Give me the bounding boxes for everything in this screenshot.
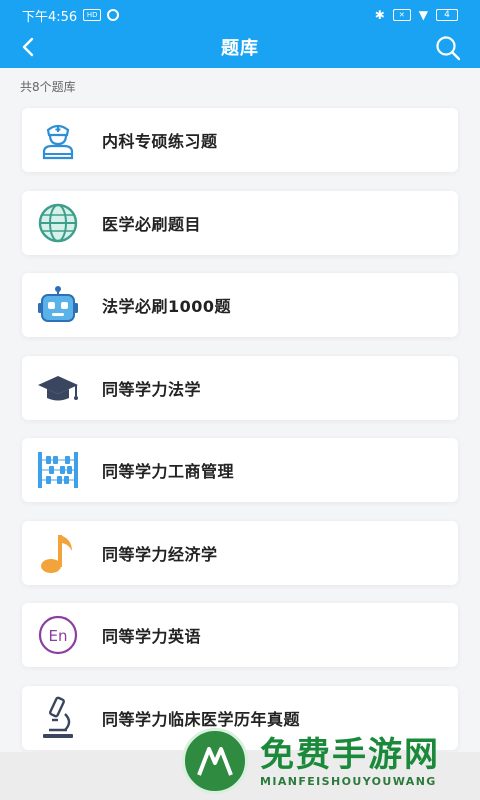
- status-time: 下午4:56: [22, 9, 78, 25]
- abacus-icon: [36, 448, 80, 492]
- battery-icon: 4: [436, 9, 458, 21]
- list-item[interactable]: 医学必刷题目: [22, 190, 458, 255]
- list-item[interactable]: 同等学力工商管理: [22, 438, 458, 502]
- page-title: 题库: [221, 38, 259, 59]
- item-label: 法学必刷1000题: [102, 297, 232, 316]
- item-label: 同等学力经济学: [102, 544, 218, 564]
- item-label: 医学必刷题目: [102, 214, 202, 234]
- list-item[interactable]: 法学必刷1000题: [22, 273, 458, 337]
- item-label: 内科专硕练习题: [102, 132, 218, 151]
- nav-bar: 题库: [0, 28, 480, 66]
- robot-icon: [36, 283, 80, 327]
- item-label: 同等学力工商管理: [102, 462, 235, 481]
- app-header: 下午4:56 HD ✱ ✕ ▼ 4 题库: [0, 0, 480, 68]
- list-item[interactable]: 同等学力经济学: [22, 520, 458, 585]
- sim-icon: ✕: [392, 9, 411, 21]
- bank-count: 共8个题库: [20, 80, 76, 94]
- watermark: 免费手游网 MIANFEISHOUYOUWANG: [182, 722, 478, 800]
- list-item[interactable]: 同等学力法学: [22, 355, 458, 420]
- music-note-icon: [36, 531, 80, 575]
- item-label: 同等学力法学: [102, 379, 202, 399]
- search-icon: [436, 36, 461, 61]
- watermark-cn: 免费手游网: [260, 734, 440, 775]
- back-button[interactable]: [14, 32, 44, 62]
- globe-icon: [36, 201, 80, 245]
- bluetooth-icon: ✱: [374, 8, 385, 22]
- wifi-icon: ▼: [418, 8, 428, 22]
- graduation-cap-icon: [36, 366, 80, 410]
- watermark-en: MIANFEISHOUYOUWANG: [260, 774, 437, 788]
- list-item[interactable]: En 同等学力英语: [22, 603, 458, 667]
- watermark-logo-icon: [182, 728, 248, 794]
- svg-text:En: En: [49, 627, 68, 645]
- nurse-icon: [36, 118, 80, 162]
- en-icon: En: [36, 613, 80, 657]
- hd-badge-icon: HD: [83, 9, 102, 21]
- question-bank-list: 内科专硕练习题 医学必刷题目 法学必刷1000题 同等学力法学 同等学力工商管理…: [22, 108, 458, 768]
- list-item[interactable]: 内科专硕练习题: [22, 108, 458, 172]
- microscope-icon: [36, 696, 80, 740]
- chevron-left-icon: [22, 37, 34, 57]
- status-bar: 下午4:56 HD ✱ ✕ ▼ 4: [0, 0, 480, 30]
- item-label: 同等学力英语: [102, 627, 202, 646]
- search-button[interactable]: [434, 34, 462, 62]
- notification-icon: [107, 9, 120, 21]
